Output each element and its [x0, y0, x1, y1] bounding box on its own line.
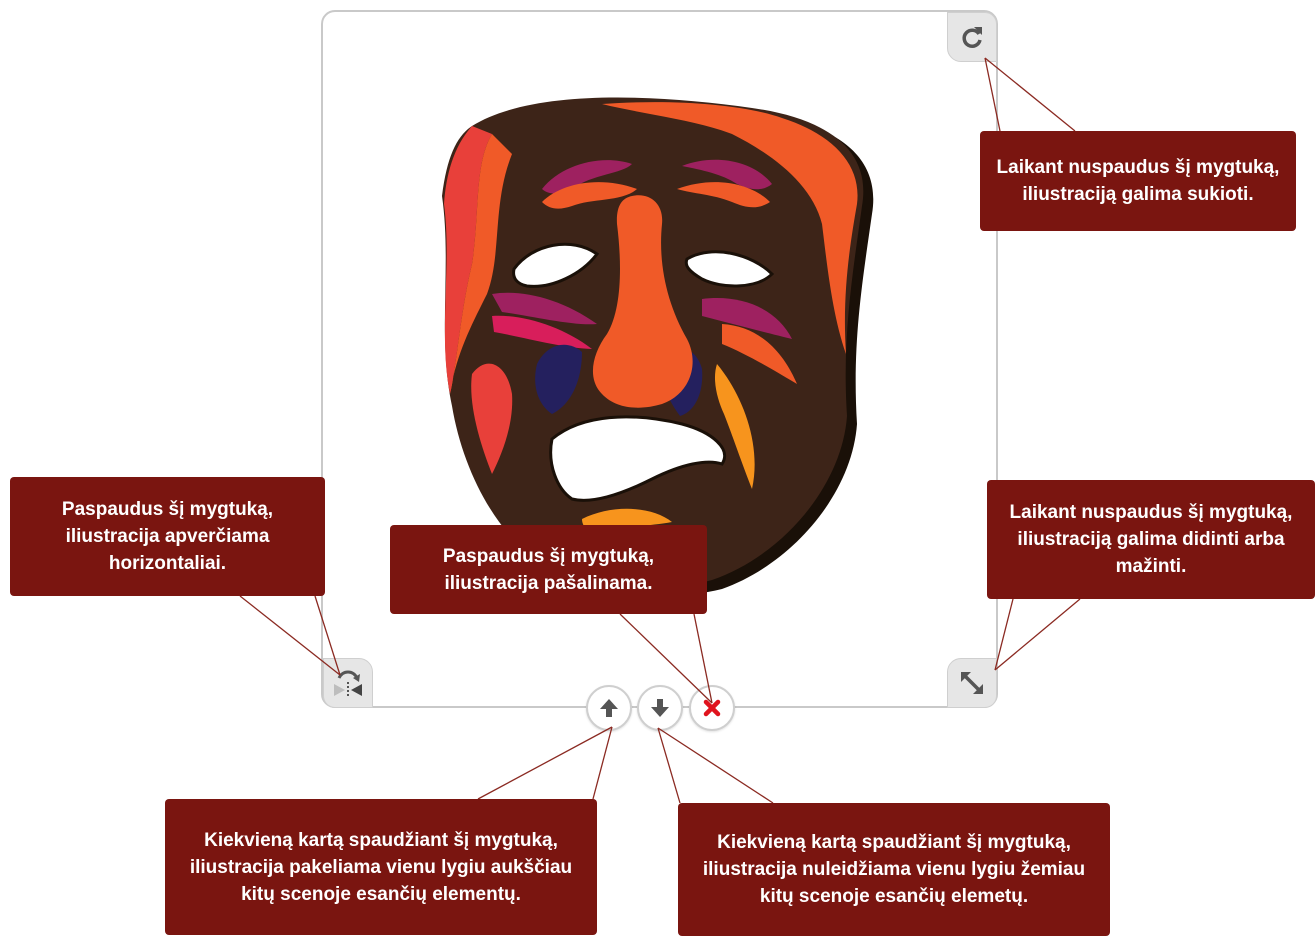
resize-icon	[961, 672, 983, 694]
bring-forward-button[interactable]	[586, 685, 632, 731]
arrow-up-icon	[600, 699, 618, 717]
callout-delete: Paspaudus šį mygtuką, iliustracija pašal…	[390, 525, 707, 614]
send-backward-button[interactable]	[637, 685, 683, 731]
resize-button[interactable]	[947, 658, 997, 708]
leader-resize-2	[994, 598, 1081, 671]
leader-rotate-2	[984, 57, 1076, 132]
flip-button[interactable]	[323, 658, 373, 708]
rotate-icon	[962, 27, 982, 48]
mask-illustration[interactable]	[432, 94, 892, 599]
flip-horizontal-icon	[334, 670, 362, 698]
leader-down-2	[657, 727, 774, 804]
callout-resize-text: Laikant nuspaudus šį mygtuką, iliustraci…	[1009, 502, 1293, 577]
callout-rotate-text: Laikant nuspaudus šį mygtuką, iliustraci…	[996, 157, 1280, 205]
callout-resize: Laikant nuspaudus šį mygtuką, iliustraci…	[987, 480, 1315, 599]
callout-send-backward-text: Kiekvieną kartą spaudžiant šį mygtuką, i…	[702, 832, 1086, 907]
callout-delete-text: Paspaudus šį mygtuką, iliustracija pašal…	[442, 545, 655, 594]
callout-flip-text: Paspaudus šį mygtuką, iliustracija apver…	[61, 499, 274, 574]
close-icon	[703, 699, 721, 717]
callout-bring-forward: Kiekvieną kartą spaudžiant šį mygtuką, i…	[165, 799, 597, 935]
leader-up-2	[592, 726, 613, 800]
delete-button[interactable]	[689, 685, 735, 731]
callout-flip: Paspaudus šį mygtuką, iliustracija apver…	[10, 477, 325, 596]
leader-down-1	[657, 727, 681, 804]
callout-rotate: Laikant nuspaudus šį mygtuką, iliustraci…	[980, 131, 1296, 231]
callout-bring-forward-text: Kiekvieną kartą spaudžiant šį mygtuką, i…	[189, 829, 573, 905]
callout-send-backward: Kiekvieną kartą spaudžiant šį mygtuką, i…	[678, 803, 1110, 936]
arrow-down-icon	[651, 699, 669, 717]
leader-up-1	[477, 726, 613, 800]
rotate-button[interactable]	[947, 12, 997, 62]
